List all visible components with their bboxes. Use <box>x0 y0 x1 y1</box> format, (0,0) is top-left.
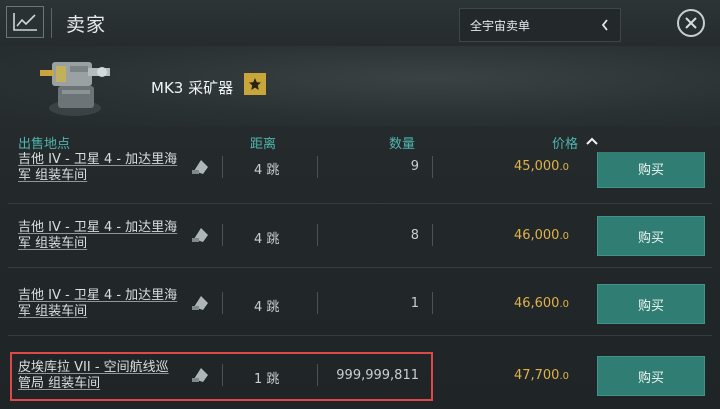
price-integer: 47,700 <box>513 368 560 383</box>
row-separator <box>8 335 712 336</box>
market-sellers-window: 卖家 全宇宙卖单 MK3 采矿器 出售地点 距离 数量 价格 吉他 IV - 卫… <box>0 0 720 409</box>
station-link[interactable]: 吉他 IV - 卫星 4 - 加达里海 军 组装车间 <box>18 152 188 184</box>
column-divider <box>432 224 433 246</box>
price-decimal: .0 <box>559 162 569 173</box>
chevron-left-icon <box>601 19 608 31</box>
price-value: 46,000.0 <box>514 228 569 243</box>
close-icon <box>685 17 697 29</box>
jumps-value: 4 跳 <box>254 232 280 247</box>
column-price[interactable]: 价格 <box>552 133 578 152</box>
order-scope-label: 全宇宙卖单 <box>470 18 531 33</box>
price-decimal: .0 <box>559 231 569 242</box>
station-name-line1: 吉他 IV - 卫星 4 - 加达里海 <box>18 152 178 167</box>
column-divider <box>317 156 318 178</box>
column-divider <box>222 224 223 246</box>
price-value: 47,700.0 <box>514 368 569 383</box>
star-icon <box>249 78 261 90</box>
column-location[interactable]: 出售地点 <box>18 133 70 152</box>
price-decimal: .0 <box>559 299 569 310</box>
station-name-line1: 吉他 IV - 卫星 4 - 加达里海 <box>18 288 178 303</box>
buy-button[interactable]: 购买 <box>597 284 705 324</box>
line-chart-icon <box>13 13 37 31</box>
close-button[interactable] <box>677 9 705 37</box>
ship-dock-icon[interactable] <box>190 292 212 314</box>
column-divider <box>432 292 433 314</box>
column-divider <box>432 156 433 178</box>
ship-dock-icon[interactable] <box>190 156 212 178</box>
column-divider <box>317 292 318 314</box>
column-divider <box>317 224 318 246</box>
price-integer: 46,000 <box>513 228 560 243</box>
column-quantity[interactable]: 数量 <box>389 133 415 152</box>
order-row[interactable]: 吉他 IV - 卫星 4 - 加达里海 军 组装车间 4 跳 8 46,000.… <box>0 204 720 268</box>
mining-laser-image <box>40 62 110 116</box>
jumps-value: 4 跳 <box>254 300 280 315</box>
station-link[interactable]: 吉他 IV - 卫星 4 - 加达里海 军 组装车间 <box>18 220 188 252</box>
order-scope-dropdown[interactable]: 全宇宙卖单 <box>459 8 621 42</box>
price-integer: 46,600 <box>513 296 560 311</box>
jumps-value: 4 跳 <box>254 163 280 178</box>
order-row[interactable]: 吉他 IV - 卫星 4 - 加达里海 军 组装车间 4 跳 9 45,000.… <box>0 152 720 204</box>
station-name-line2: 军 组装车间 <box>18 304 88 319</box>
price-history-button[interactable] <box>6 6 44 38</box>
meta-level-badge <box>244 73 266 95</box>
window-title: 卖家 <box>66 14 107 36</box>
price-value: 46,600.0 <box>514 296 569 311</box>
sort-ascending-icon[interactable] <box>585 136 599 146</box>
quantity-value: 8 <box>410 228 419 243</box>
column-distance[interactable]: 距离 <box>250 133 276 152</box>
station-name-line2: 军 组装车间 <box>18 236 88 251</box>
window-header: 卖家 全宇宙卖单 <box>0 0 720 46</box>
price-integer: 45,000 <box>513 159 560 174</box>
highlight-box <box>10 352 433 401</box>
column-divider <box>222 292 223 314</box>
price-decimal: .0 <box>559 371 569 382</box>
price-value: 45,000.0 <box>514 159 569 174</box>
station-name-line2: 军 组装车间 <box>18 168 88 183</box>
item-name[interactable]: MK3 采矿器 <box>151 77 233 98</box>
buy-button[interactable]: 购买 <box>597 216 705 256</box>
header-divider <box>51 8 52 38</box>
order-row[interactable]: 吉他 IV - 卫星 4 - 加达里海 军 组装车间 4 跳 1 46,600.… <box>0 272 720 336</box>
buy-button[interactable]: 购买 <box>597 152 705 188</box>
station-name-line1: 吉他 IV - 卫星 4 - 加达里海 <box>18 220 178 235</box>
quantity-value: 9 <box>410 159 419 174</box>
station-link[interactable]: 吉他 IV - 卫星 4 - 加达里海 军 组装车间 <box>18 288 188 320</box>
buy-button[interactable]: 购买 <box>597 356 705 396</box>
quantity-value: 1 <box>410 296 419 311</box>
ship-dock-icon[interactable] <box>190 224 212 246</box>
column-divider <box>222 156 223 178</box>
row-separator <box>8 267 712 268</box>
